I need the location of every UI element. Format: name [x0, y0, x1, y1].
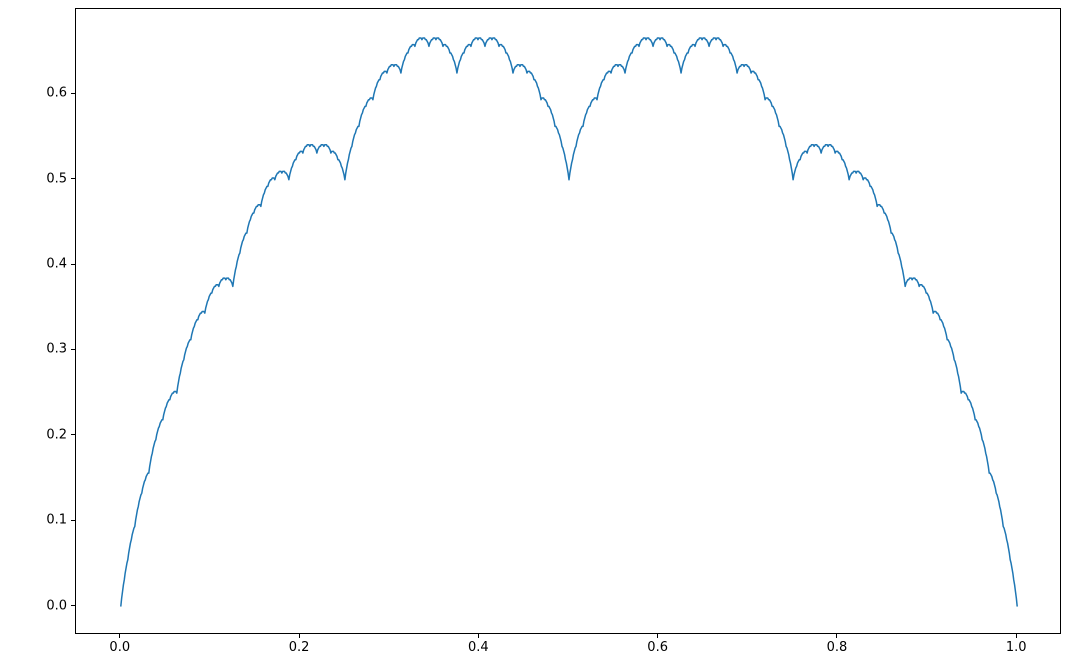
xtick-mark [657, 634, 658, 638]
ytick-mark [71, 349, 75, 350]
xtick-label: 0.0 [109, 640, 130, 655]
plot-svg [76, 9, 1062, 635]
ytick-label: 0.1 [46, 513, 67, 528]
ytick-label: 0.0 [46, 598, 67, 613]
line-series [121, 38, 1017, 607]
xtick-mark [478, 634, 479, 638]
ytick-label: 0.6 [46, 86, 67, 101]
xtick-mark [836, 634, 837, 638]
ytick-mark [71, 264, 75, 265]
ytick-label: 0.4 [46, 257, 67, 272]
ytick-label: 0.2 [46, 427, 67, 442]
xtick-label: 0.6 [647, 640, 668, 655]
xtick-label: 1.0 [1006, 640, 1027, 655]
ytick-label: 0.3 [46, 342, 67, 357]
ytick-mark [71, 93, 75, 94]
xtick-label: 0.8 [827, 640, 848, 655]
xtick-label: 0.4 [468, 640, 489, 655]
xtick-label: 0.2 [289, 640, 310, 655]
xtick-mark [299, 634, 300, 638]
xtick-mark [119, 634, 120, 638]
ytick-mark [71, 178, 75, 179]
ytick-label: 0.5 [46, 171, 67, 186]
plot-axes [75, 8, 1061, 634]
ytick-mark [71, 605, 75, 606]
ytick-mark [71, 520, 75, 521]
ytick-mark [71, 434, 75, 435]
figure: 0.0 0.2 0.4 0.6 0.8 1.0 0.0 0.1 0.2 0.3 0.4 0.5 0.6 [0, 0, 1072, 663]
xtick-mark [1016, 634, 1017, 638]
